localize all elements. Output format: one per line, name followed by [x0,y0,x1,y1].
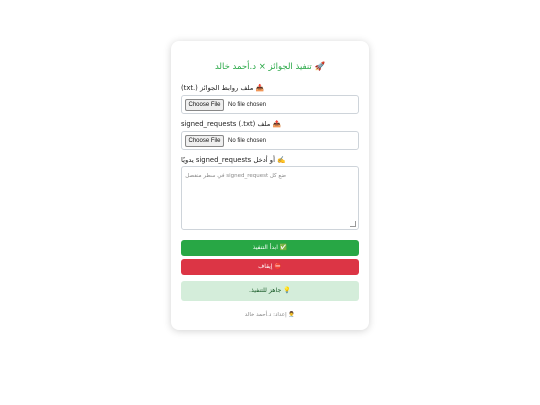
stop-icon: ⛔ [274,263,282,270]
signed-requests-textarea[interactable]: ضع كل signed_request في سطر منفصل [181,166,359,230]
rocket-icon: 🚀 [314,62,326,72]
light-bulb-icon: 💡 [283,287,291,294]
main-card: 🚀 تنفيذ الجوائز × د.أحمد خالد 📥 ملف رواب… [171,41,369,330]
page-title: 🚀 تنفيذ الجوائز × د.أحمد خالد [171,60,369,74]
rewards-file-status: No file chosen [228,102,267,108]
signed-choose-file-button[interactable]: Choose File [185,135,224,147]
footer-credit: 👨‍⚕️ إعداد: د.أحمد خالد [171,310,369,320]
status-text: جاهز للتنفيذ. [249,287,282,294]
rewards-file-label-text: ملف روابط الجوائز (.txt) [181,84,254,92]
stop-button-label: إيقاف [258,263,273,270]
signed-file-label-text: ملف signed_requests (.txt) [181,120,271,128]
manual-input-label-text: أو أدخل signed_requests يدويًا [181,156,275,164]
page-title-text: تنفيذ الجوائز × د.أحمد خالد [214,62,312,72]
rewards-file-input[interactable]: Choose File No file chosen [181,95,359,114]
doctor-icon: 👨‍⚕️ [288,312,296,318]
textarea-placeholder: ضع كل signed_request في سطر منفصل [185,173,286,179]
footer-text: إعداد: د.أحمد خالد [244,312,287,318]
outbox-tray-icon: 📤 [272,120,282,128]
status-box: 💡 جاهز للتنفيذ. [181,281,359,301]
inbox-tray-icon: 📥 [255,84,265,92]
signed-file-status: No file chosen [228,138,267,144]
manual-input-label: ✍️ أو أدخل signed_requests يدويًا [181,155,359,166]
start-button[interactable]: ✅ ابدأ التنفيذ [181,240,359,256]
rewards-choose-file-button[interactable]: Choose File [185,99,224,111]
writing-hand-icon: ✍️ [277,156,286,164]
resize-handle[interactable] [350,221,356,227]
signed-file-label: 📤 ملف signed_requests (.txt) [181,119,359,130]
signed-file-input[interactable]: Choose File No file chosen [181,131,359,150]
check-mark-icon: ✅ [279,244,288,251]
stop-button[interactable]: ⛔ إيقاف [181,259,359,275]
rewards-file-label: 📥 ملف روابط الجوائز (.txt) [181,83,359,94]
start-button-label: ابدأ التنفيذ [252,244,278,251]
